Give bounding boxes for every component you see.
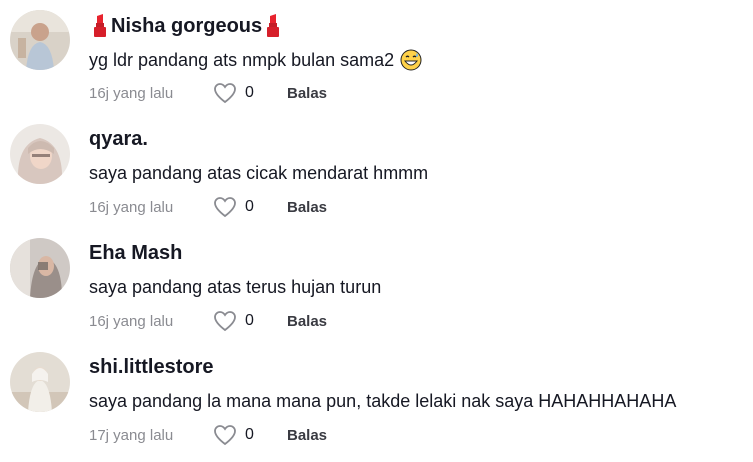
- comment-text-content: saya pandang la mana mana pun, takde lel…: [89, 391, 677, 411]
- like-count: 0: [245, 312, 254, 329]
- heart-icon: [214, 311, 236, 332]
- username[interactable]: Eha Mash: [89, 242, 182, 265]
- timestamp: 16j yang lalu: [89, 198, 174, 216]
- heart-icon: [214, 83, 236, 104]
- avatar[interactable]: [10, 124, 70, 184]
- heart-icon: [214, 425, 236, 446]
- comment-text: yg ldr pandang ats nmpk bulan sama2: [89, 49, 422, 71]
- username-text: Nisha gorgeous: [111, 14, 263, 37]
- comment-text: saya pandang la mana mana pun, takde lel…: [89, 391, 676, 412]
- comment-text-content: yg ldr pandang ats nmpk bulan sama2: [89, 49, 395, 70]
- comment-text-content: saya pandang atas terus hujan turun: [89, 277, 382, 297]
- comment-meta: 16j yang lalu 0 Balas: [89, 82, 327, 104]
- username[interactable]: shi.littlestore: [89, 356, 213, 379]
- comment-item: Nisha gorgeous yg ldr pandang ats nmpk b…: [0, 0, 753, 114]
- comment-text: saya pandang atas terus hujan turun: [89, 277, 381, 298]
- like-count: 0: [245, 84, 254, 101]
- like-count: 0: [245, 426, 254, 443]
- timestamp: 16j yang lalu: [89, 312, 174, 330]
- like-button[interactable]: 0: [213, 196, 275, 218]
- lipstick-icon: [264, 14, 282, 38]
- reply-button[interactable]: Balas: [287, 85, 327, 102]
- comment-item: Eha Mash saya pandang atas terus hujan t…: [0, 228, 753, 342]
- like-button[interactable]: 0: [213, 82, 275, 104]
- reply-button[interactable]: Balas: [287, 427, 327, 444]
- comment-meta: 16j yang lalu 0 Balas: [89, 196, 327, 218]
- timestamp: 16j yang lalu: [89, 84, 174, 102]
- comment-meta: 16j yang lalu 0 Balas: [89, 310, 327, 332]
- like-button[interactable]: 0: [213, 424, 275, 446]
- like-button[interactable]: 0: [213, 310, 275, 332]
- avatar[interactable]: [10, 10, 70, 70]
- timestamp: 17j yang lalu: [89, 426, 174, 444]
- reply-button[interactable]: Balas: [287, 199, 327, 216]
- comment-item: shi.littlestore saya pandang la mana man…: [0, 342, 753, 456]
- username[interactable]: Nisha gorgeous: [89, 14, 284, 38]
- username[interactable]: qyara.: [89, 128, 148, 151]
- like-count: 0: [245, 198, 254, 215]
- comment-item: qyara. saya pandang atas cicak mendarat …: [0, 114, 753, 228]
- grinning-sweat-emoji-icon: [400, 49, 422, 71]
- reply-button[interactable]: Balas: [287, 313, 327, 330]
- comment-text-content: saya pandang atas cicak mendarat hmmm: [89, 163, 429, 183]
- avatar[interactable]: [10, 352, 70, 412]
- heart-icon: [214, 197, 236, 218]
- comment-text: saya pandang atas cicak mendarat hmmm: [89, 163, 428, 184]
- avatar[interactable]: [10, 238, 70, 298]
- comment-meta: 17j yang lalu 0 Balas: [89, 424, 327, 446]
- lipstick-icon: [91, 14, 109, 38]
